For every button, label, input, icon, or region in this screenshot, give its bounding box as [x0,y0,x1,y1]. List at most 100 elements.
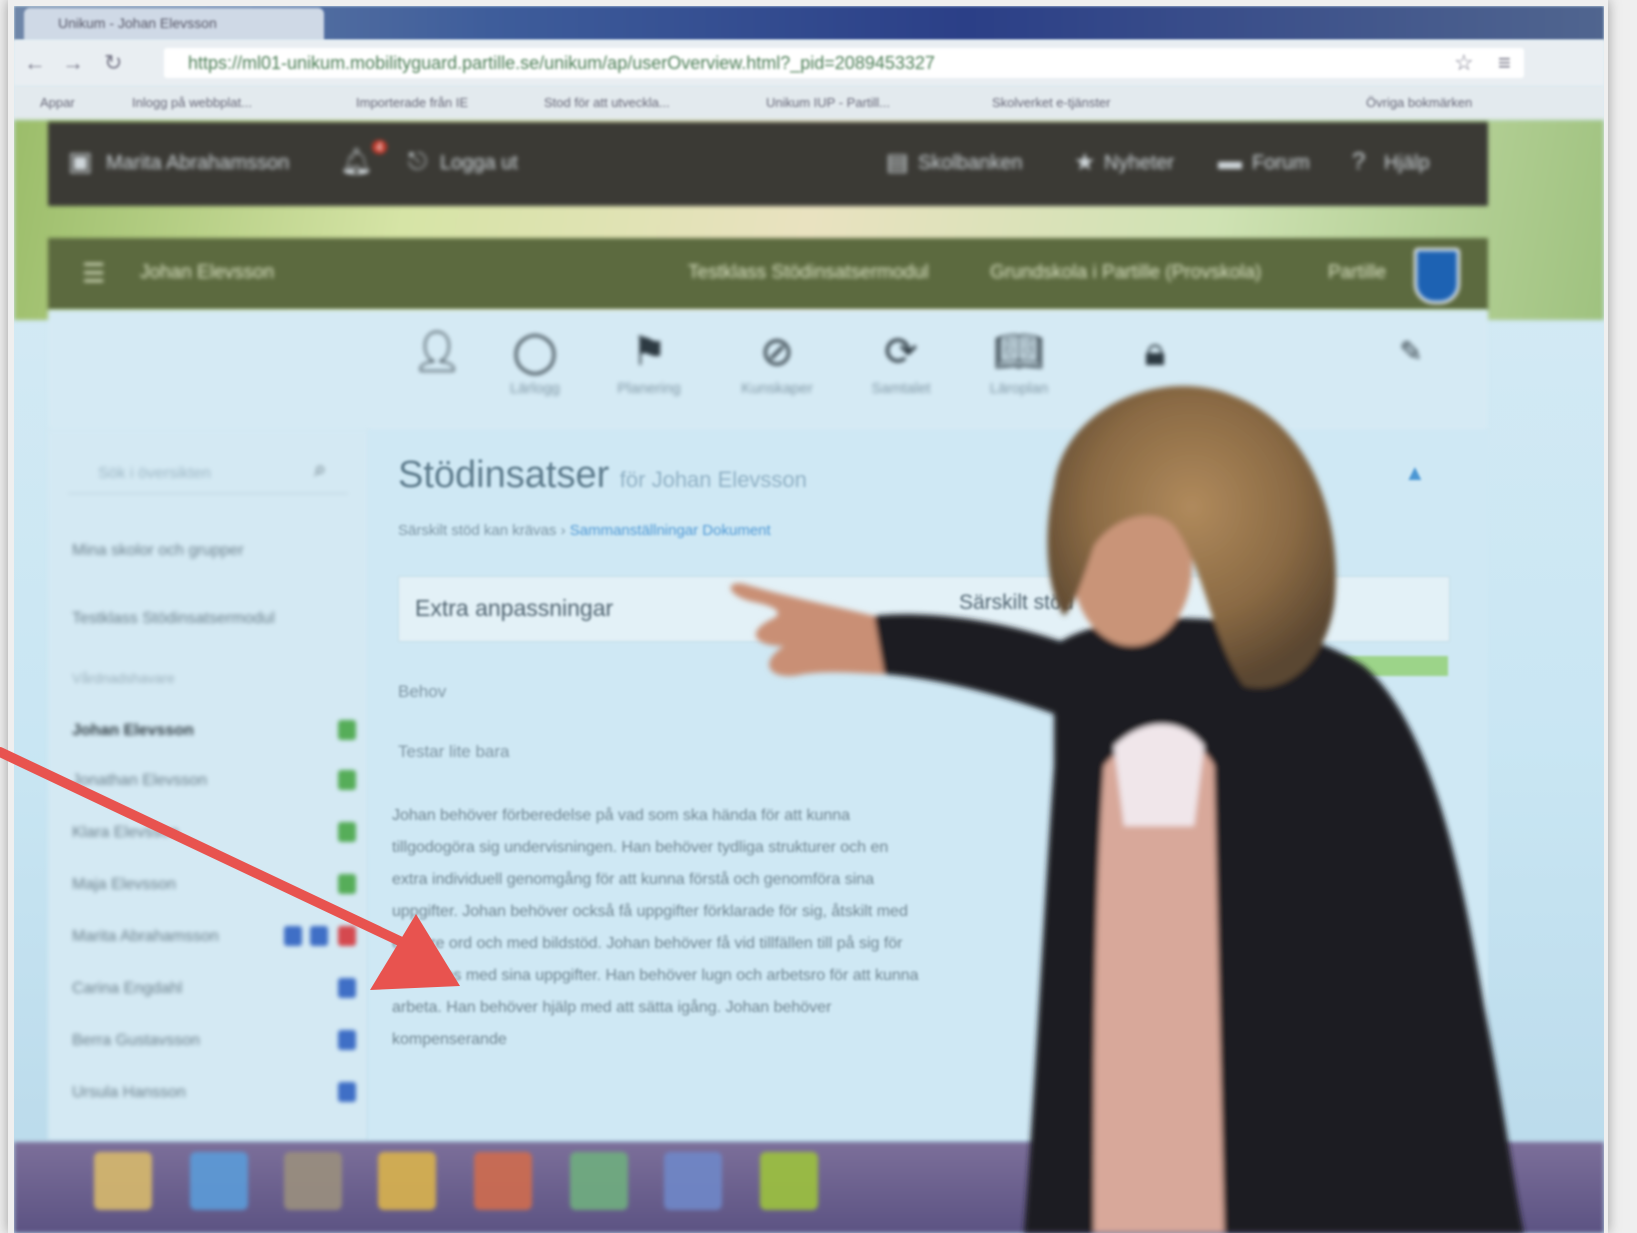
header-link-forum[interactable]: Forum [1252,152,1310,175]
student-name[interactable]: Johan Elevsson [140,262,274,284]
classroom-photo: Unikum - Johan Elevsson ← → ↻ https://ml… [14,6,1604,1233]
status-icon [338,926,356,946]
back-icon[interactable]: ← [24,50,46,76]
status-icon [338,1082,356,1102]
progress-bar [1238,656,1448,676]
lock-tool[interactable]: 🔒︎ [1110,328,1200,376]
student-toolbar: 👤︎ ◯ Lärlogg ⚑ Planering ⊘ Kunskaper ⟳ S… [48,310,1488,430]
tool-label: Planering [617,380,681,397]
file-explorer-icon[interactable] [94,1152,152,1210]
bank-icon: ▤ [886,149,909,176]
app-icon[interactable] [570,1152,628,1210]
larlogg-tool[interactable]: ◯ Lärlogg [490,328,580,397]
class-link[interactable]: Testklass Stödinsatsermodul [688,262,929,284]
sidebar-item[interactable]: Mina skolor och grupper [72,542,244,560]
browser-tab[interactable]: Unikum - Johan Elevsson [24,8,324,40]
sidebar-item[interactable]: Berra Gustavsson [72,1032,200,1050]
bookmark-item[interactable]: Importerade från IE [356,95,468,110]
student-bar: ☰ Johan Elevsson Testklass Stödinsatserm… [48,238,1488,310]
windows-taskbar [14,1142,1604,1233]
user-name[interactable]: Marita Abrahamsson [106,152,289,175]
breadcrumb-links[interactable]: Sammanställningar Dokument [570,522,771,539]
need-label: Behov [398,682,447,701]
status-icon [284,926,302,946]
kunskaper-tool[interactable]: ⊘ Kunskaper [732,328,822,397]
tool-label: Samtalet [871,380,931,397]
url-field[interactable]: https://ml01-unikum.mobilityguard.partil… [164,48,1524,78]
search-icon[interactable]: ⌕ [314,456,326,482]
municipality-link[interactable]: Partille [1328,262,1386,284]
need-description: Johan behöver förberedelse på vad som sk… [392,807,919,1048]
folder-icon[interactable] [378,1152,436,1210]
bookmark-item[interactable]: Skolverket e-tjänster [992,95,1111,110]
bell-icon[interactable]: ▲ [1404,460,1426,486]
section-title: Extra anpassningar [415,595,614,621]
header-link-hjalp[interactable]: Hjälp [1384,152,1430,175]
sidebar-item[interactable]: Carina Engdahl [72,980,182,998]
page-title-suffix: för Johan Elevsson [619,467,807,492]
tool-label: Kunskaper [741,380,813,397]
sidebar-item[interactable]: Johan Elevsson [72,722,194,740]
breadcrumb-text: Särskilt stöd kan krävas [398,522,557,539]
help-icon: ? [1352,148,1366,175]
bookmark-item[interactable]: Unikum IUP - Partill... [766,95,890,110]
star-icon: ★ [1074,149,1096,176]
hamburger-icon[interactable]: ☰ [82,258,105,289]
lync-icon[interactable] [664,1152,722,1210]
breadcrumb: Särskilt stöd kan krävas › Sammanställni… [398,522,771,539]
profile-tool[interactable]: 👤︎ [392,328,482,376]
bell-icon[interactable]: 🔔︎ [340,146,373,177]
pencil-icon: ✎ [1399,336,1423,367]
bookmark-item[interactable]: Appar [40,95,75,110]
status-icon [338,874,356,894]
edit-tool[interactable]: ✎ [1366,328,1456,376]
media-player-icon[interactable] [284,1152,342,1210]
municipality-shield-icon [1414,248,1460,304]
sidebar-item[interactable]: Testklass Stödinsatsermodul [72,610,275,628]
status-icon [338,1030,356,1050]
star-icon[interactable]: ☆ [1454,50,1474,76]
book-icon: 📖︎ [993,330,1045,374]
laroplan-tool[interactable]: 📖︎ Läroplan [974,328,1064,397]
menu-icon[interactable]: ≡ [1498,50,1511,76]
page-title-text: Stödinsatser [398,454,610,496]
bookmark-item[interactable]: Övriga bokmärken [1366,95,1472,110]
status-icon [338,978,356,998]
bookmarks-bar: Appar Inlogg på webbplat... Importerade … [14,86,1604,120]
sidebar-item[interactable]: Ursula Hansson [72,1084,186,1102]
person-icon: 👤︎ [411,330,463,374]
sidebar-item[interactable]: Maja Elevsson [72,876,176,894]
bookmark-item[interactable]: Stod för att utveckla... [544,95,670,110]
samtalet-tool[interactable]: ⟳ Samtalet [856,328,946,397]
section-header[interactable]: Extra anpassningar Särskilt stöd [398,576,1450,642]
section-right-title: Särskilt stöd [959,591,1074,614]
tool-label: Lärlogg [509,380,561,397]
page-title: Stödinsatser för Johan Elevsson [398,454,807,497]
speech-bubble-icon: ◯ [512,330,558,374]
bookmark-item[interactable]: Inlogg på webbplat... [132,95,252,110]
test-label: Testar lite bara [398,742,510,761]
sidebar-item[interactable]: Vårdnadshavare [72,670,175,686]
sidebar-search-input[interactable]: Sök i översikten [68,454,348,494]
status-icon [338,720,356,740]
compass-icon: ⊘ [760,330,794,374]
internet-explorer-icon[interactable] [190,1152,248,1210]
main-content: Stödinsatser för Johan Elevsson ▲ Särski… [368,430,1488,1140]
reload-icon[interactable]: ↻ [104,50,122,76]
app-header: ▣ Marita Abrahamsson 🔔︎ 4 ⎋ Logga ut ▤ S… [48,122,1488,206]
logout-link[interactable]: Logga ut [440,152,518,175]
sidebar-item[interactable]: Klara Elevsson [72,824,179,842]
sidebar-item[interactable]: Marita Abrahamsson [72,928,219,946]
planering-tool[interactable]: ⚑ Planering [604,328,694,397]
forward-icon[interactable]: → [62,50,84,76]
logout-icon: ⎋ [408,148,427,175]
app-icon[interactable] [760,1152,818,1210]
browser-address-bar: ← → ↻ https://ml01-unikum.mobilityguard.… [14,40,1604,86]
school-link[interactable]: Grundskola i Partille (Provskola) [990,262,1261,284]
header-link-skolbanken[interactable]: Skolbanken [918,152,1023,175]
browser-titlebar: Unikum - Johan Elevsson [14,6,1604,40]
chrome-icon[interactable] [474,1152,532,1210]
notification-badge: 4 [372,140,387,154]
header-link-nyheter[interactable]: Nyheter [1104,152,1174,175]
sidebar-item[interactable]: Jonathan Elevsson [72,772,207,790]
